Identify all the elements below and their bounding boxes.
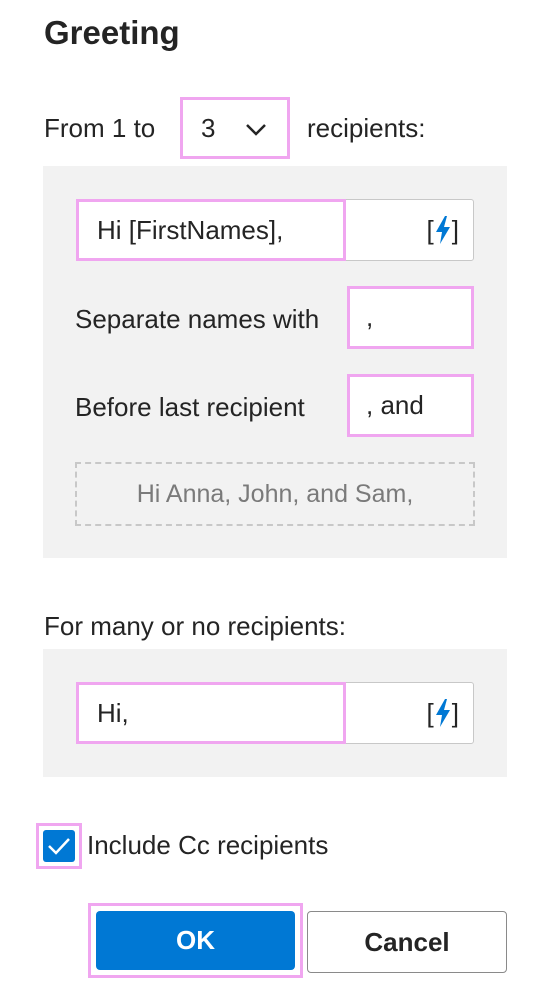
many-greeting-input-value: Hi, [97, 697, 129, 728]
many-recipients-label: For many or no recipients: [44, 611, 347, 641]
recipients-count-dropdown[interactable]: 3 [180, 97, 290, 159]
dialog-title: Greeting [44, 14, 180, 51]
checkmark-icon [43, 830, 75, 862]
include-cc-checkbox[interactable] [36, 823, 82, 869]
recipients-count-value: 3 [201, 112, 216, 143]
separator-input-value: , [366, 302, 374, 332]
range-suffix-label: recipients: [307, 113, 426, 143]
greeting-input[interactable]: Hi [FirstNames], [76, 199, 346, 261]
few-recipients-panel: [ ] Hi [FirstNames], Separate names with… [43, 166, 507, 558]
range-prefix-label: From 1 to [44, 113, 156, 143]
separate-names-label: Separate names with [75, 304, 320, 334]
include-cc-label: Include Cc recipients [87, 830, 329, 860]
lightning-bolt-icon [435, 216, 450, 244]
greeting-preview: Hi Anna, John, and Sam, [75, 462, 475, 526]
insert-macro-button[interactable]: [ ] [427, 683, 459, 743]
lightning-bolt-icon [435, 699, 450, 727]
many-recipients-panel: [ ] Hi, [43, 649, 507, 777]
ok-button[interactable]: OK [96, 911, 295, 970]
cancel-button[interactable]: Cancel [307, 911, 507, 973]
insert-macro-button[interactable]: [ ] [427, 200, 459, 260]
before-last-input-value: , and [366, 390, 424, 420]
greeting-input-value: Hi [FirstNames], [97, 214, 284, 245]
separator-input[interactable]: , [347, 286, 474, 349]
many-greeting-input[interactable]: Hi, [76, 682, 346, 744]
chevron-down-icon [246, 124, 266, 136]
before-last-input[interactable]: , and [347, 374, 474, 437]
before-last-label: Before last recipient [75, 392, 305, 422]
